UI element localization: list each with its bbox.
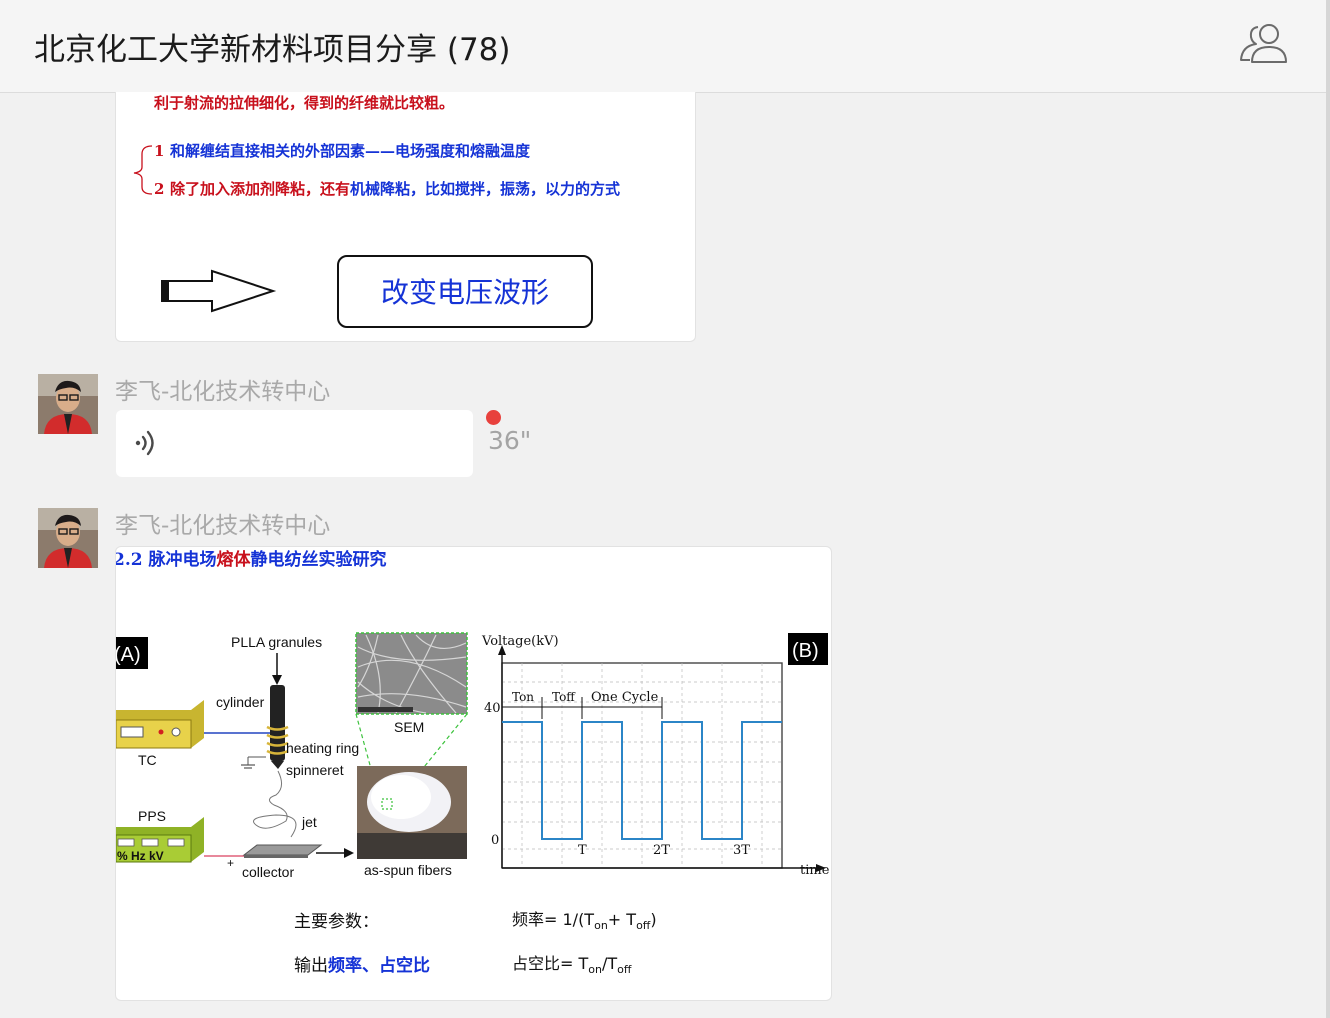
- jet-label: jet: [301, 814, 317, 830]
- slide-1-image: 利于射流的拉伸细化，得到的纤维就比较粗。 1 和解缠结直接相关的外部因素——电场…: [133, 94, 620, 328]
- sem-label: SEM: [394, 719, 424, 735]
- panel-a-label: (A): [116, 644, 141, 666]
- avatar-photo: [38, 374, 98, 434]
- spinneret-label: spinneret: [286, 762, 344, 778]
- voice-message-bubble[interactable]: [116, 410, 473, 477]
- avatar-photo: [38, 508, 98, 568]
- slide-1-item1-text: 和解缠结直接相关的外部因素——电场强度和熔融温度: [170, 142, 531, 160]
- heating-ring-label: heating ring: [286, 740, 359, 756]
- x-tick-3t: 3T: [733, 843, 750, 858]
- tc-label: TC: [138, 752, 157, 768]
- right-arrow-icon: [161, 269, 277, 313]
- sender-name: 李飞-北化技术转中心: [115, 513, 331, 539]
- slide-2-title: 2.2 脉冲电场熔体静电纺丝实验研究: [116, 549, 387, 570]
- slide-2-title-a: 2.2 脉冲电场: [116, 549, 217, 570]
- collector-plus: +: [227, 856, 234, 870]
- slide-1-item1-number: 1: [154, 142, 164, 160]
- slide-1-box-text: 改变电压波形: [381, 276, 549, 309]
- output-values: 频率、占空比: [328, 955, 430, 976]
- group-members-icon: [1240, 24, 1287, 63]
- x-tick-t: T: [578, 843, 587, 858]
- duty-cycle-formula: 占空比= Ton/Toff: [512, 954, 632, 976]
- pla-label: PLLA granules: [231, 634, 322, 650]
- voltage-axis-label: Voltage(kV): [481, 634, 559, 649]
- time-axis-label: time: [800, 863, 830, 878]
- chat-header: 北京化工大学新材料项目分享 (78): [0, 0, 1326, 93]
- output-prefix: 输出: [294, 956, 328, 976]
- slide-1-item2-part-b: 机械降粘，比如搅拌，振荡，以力的方式: [350, 180, 620, 198]
- sender-avatar[interactable]: [38, 374, 98, 434]
- slide-1-line-top: 利于射流的拉伸细化，得到的纤维就比较粗。: [154, 94, 454, 112]
- slide-1-item2-text: 除了加入添加剂降粘，还有机械降粘，比如搅拌，振荡，以力的方式: [170, 180, 620, 198]
- slide-2-image: 2.2 脉冲电场熔体静电纺丝实验研究 (A) PLLA granules cyl…: [116, 549, 830, 976]
- voice-duration: 36": [488, 426, 532, 455]
- x-tick-2t: 2T: [653, 843, 670, 858]
- toff-label: Toff: [552, 690, 576, 704]
- pps-label: PPS: [138, 808, 166, 824]
- unplayed-indicator: [486, 410, 501, 425]
- pps-units-label: % Hz kV: [117, 849, 164, 863]
- output-line: 输出频率、占空比: [294, 955, 430, 976]
- slide-2-title-c: 静电纺丝实验研究: [251, 549, 387, 570]
- params-label: 主要参数：: [294, 912, 379, 932]
- chat-title: 北京化工大学新材料项目分享 (78): [34, 32, 511, 68]
- image-message-slide-1[interactable]: 利于射流的拉伸细化，得到的纤维就比较粗。 1 和解缠结直接相关的外部因素——电场…: [115, 92, 696, 342]
- slide-1-item2-number: 2: [154, 180, 164, 198]
- slide-2-title-b: 熔体: [217, 549, 252, 570]
- sender-avatar[interactable]: [38, 508, 98, 568]
- slide-1-item2-part-a: 除了加入添加剂降粘，还有: [170, 180, 350, 198]
- y-tick-40: 40: [484, 701, 501, 716]
- sender-name: 李飞-北化技术转中心: [115, 379, 331, 405]
- voice-wave-icon: [135, 430, 154, 456]
- frequency-formula: 频率= 1/(Ton+ Toff): [512, 910, 657, 932]
- panel-b-label: (B): [792, 640, 819, 662]
- group-members-button[interactable]: [1238, 20, 1290, 66]
- image-message-slide-2[interactable]: 2.2 脉冲电场熔体静电纺丝实验研究 (A) PLLA granules cyl…: [115, 546, 832, 1001]
- one-cycle-label: One Cycle: [591, 690, 659, 705]
- cylinder-label: cylinder: [216, 694, 265, 710]
- window-scrollbar[interactable]: [1326, 0, 1330, 1018]
- y-tick-0: 0: [491, 833, 499, 848]
- collector-label: collector: [242, 864, 294, 880]
- fibers-label: as-spun fibers: [364, 862, 452, 878]
- ton-label: Ton: [512, 690, 534, 704]
